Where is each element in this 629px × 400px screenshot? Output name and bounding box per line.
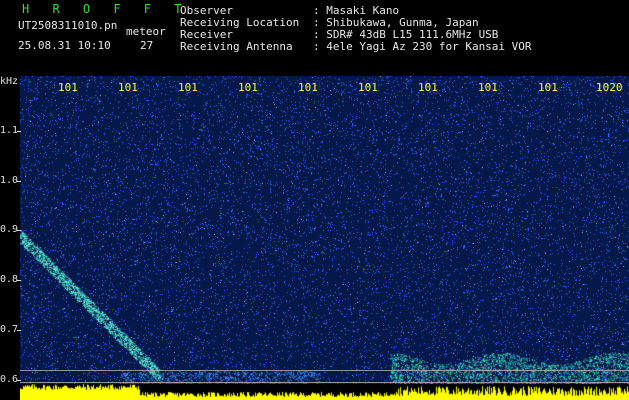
x-tick-label: 101 <box>238 81 258 94</box>
signal-strength-strip <box>20 384 629 400</box>
x-tick-label: 101 <box>58 81 78 94</box>
y-tick-mark <box>17 181 21 182</box>
meteor-count: 27 <box>140 39 154 52</box>
antenna-label: Receiving Antenna <box>180 40 293 53</box>
spectrogram-canvas <box>20 76 629 400</box>
datetime-label: 25.08.31 10:10 <box>18 39 111 52</box>
y-tick-mark <box>17 230 21 231</box>
y-tick-mark <box>17 280 21 281</box>
filename-label: UT2508311010.pn <box>18 19 118 32</box>
x-tick-label: 101 <box>538 81 558 94</box>
x-tick-label: 101 <box>358 81 378 94</box>
y-tick-mark <box>17 330 21 331</box>
antenna-value: : 4ele Yagi Az 230 for Kansai VOR <box>313 40 532 53</box>
spectrogram-plot <box>20 76 629 400</box>
y-tick-label-1.0: 1.0 <box>0 175 19 186</box>
y-tick-label-1.1: 1.1 <box>0 125 19 136</box>
x-tick-label: 101 <box>478 81 498 94</box>
app-title: H R O F F T <box>22 2 190 16</box>
x-tick-label: 1020 <box>596 81 623 94</box>
x-tick-label: 101 <box>118 81 138 94</box>
header-panel: H R O F F T UT2508311010.pn meteor 25.08… <box>0 0 629 74</box>
meteor-label: meteor <box>126 25 166 38</box>
y-tick-label-0.9: 0.9 <box>0 224 19 235</box>
y-tick-mark <box>17 131 21 132</box>
x-tick-label: 101 <box>298 81 318 94</box>
y-tick-label-0.8: 0.8 <box>0 274 19 285</box>
y-axis-unit: kHz <box>0 76 19 87</box>
reference-line-upper <box>20 370 629 371</box>
y-tick-label-0.7: 0.7 <box>0 324 19 335</box>
y-tick-label-0.6: 0.6 <box>0 374 19 385</box>
reference-line-lower <box>20 382 629 383</box>
x-tick-label: 101 <box>178 81 198 94</box>
y-tick-mark <box>17 380 21 381</box>
x-tick-label: 101 <box>418 81 438 94</box>
